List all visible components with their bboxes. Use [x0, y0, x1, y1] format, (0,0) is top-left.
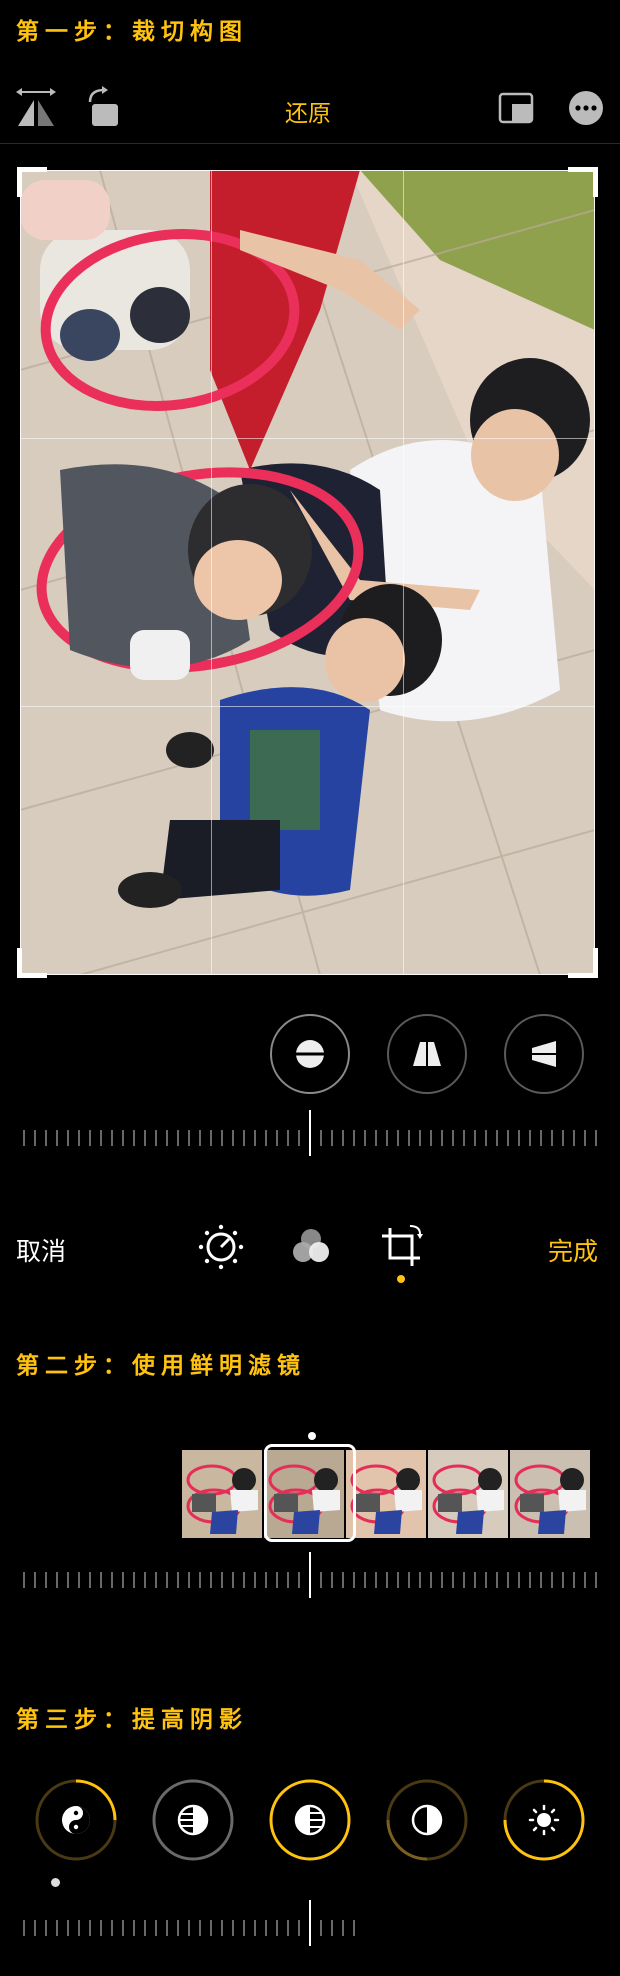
horizontal-perspective-button[interactable]: [504, 1014, 584, 1094]
reset-button[interactable]: 还原: [285, 94, 331, 128]
vertical-perspective-button[interactable]: [387, 1014, 467, 1094]
slider-origin-dot: [51, 1878, 60, 1887]
cancel-button[interactable]: 取消: [16, 1232, 66, 1268]
step3-title: 第三步：提高阴影: [16, 1707, 248, 1733]
adjust-value-slider[interactable]: [20, 1900, 360, 1946]
toolbar-divider: [0, 143, 620, 144]
filter-position-dot: [308, 1432, 316, 1440]
crop-icon: [382, 1225, 423, 1266]
shadows-button[interactable]: [385, 1778, 469, 1862]
crop-handle-bottom-right[interactable]: [568, 948, 598, 978]
filter-thumbnail[interactable]: [182, 1450, 262, 1538]
straighten-icon: [292, 1040, 328, 1068]
crop-handle-bottom-left[interactable]: [17, 948, 47, 978]
selected-filter-frame: [264, 1444, 356, 1542]
active-mode-indicator: [397, 1275, 405, 1283]
horizontal-perspective-icon: [532, 1041, 556, 1067]
shadows-icon: [411, 1804, 443, 1836]
aspect-ratio-icon[interactable]: [492, 84, 540, 132]
brightness-icon: [528, 1804, 560, 1836]
adjust-icon: [198, 1224, 244, 1270]
vertical-perspective-icon: [413, 1042, 441, 1066]
filter-thumbnail[interactable]: [428, 1450, 508, 1538]
crop-handle-top-right[interactable]: [568, 167, 598, 197]
photo-canvas[interactable]: [20, 170, 595, 975]
crop-mode-button[interactable]: [376, 1222, 426, 1272]
highlights-icon: [294, 1804, 326, 1836]
brilliance-icon: [177, 1804, 209, 1836]
filter-intensity-slider[interactable]: [20, 1552, 600, 1598]
exposure-button[interactable]: [34, 1778, 118, 1862]
crop-handle-top-left[interactable]: [17, 167, 47, 197]
filters-mode-button[interactable]: [286, 1222, 336, 1272]
more-icon[interactable]: [562, 84, 610, 132]
filter-strip[interactable]: [182, 1450, 590, 1538]
flip-icon[interactable]: [12, 84, 60, 132]
adjust-mode-button[interactable]: [196, 1222, 246, 1272]
step2-title: 第二步：使用鲜明滤镜: [16, 1353, 306, 1379]
rotate-icon[interactable]: [80, 84, 128, 132]
filter-thumbnail[interactable]: [510, 1450, 590, 1538]
done-button[interactable]: 完成: [548, 1232, 598, 1268]
highlights-button[interactable]: [268, 1778, 352, 1862]
brilliance-button[interactable]: [151, 1778, 235, 1862]
filter-thumbnail[interactable]: [346, 1450, 426, 1538]
step1-title: 第一步：裁切构图: [16, 19, 248, 45]
straighten-button[interactable]: [270, 1014, 350, 1094]
brightness-button[interactable]: [502, 1778, 586, 1862]
straighten-slider[interactable]: [20, 1110, 600, 1156]
crop-frame: [20, 170, 595, 975]
filters-icon: [293, 1229, 329, 1262]
exposure-icon: [62, 1806, 90, 1834]
